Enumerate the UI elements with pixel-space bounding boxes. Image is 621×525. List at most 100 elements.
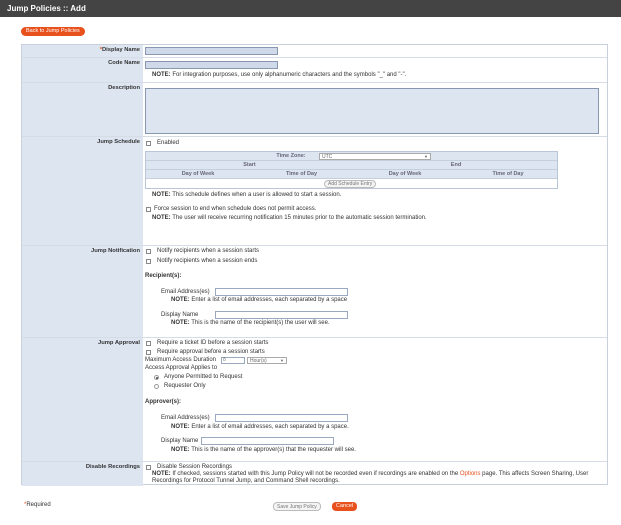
jump-schedule-row: Jump Schedule Enabled Time Zone: UTC ▼ St…	[22, 136, 607, 245]
timezone-header-row: Time Zone: UTC ▼	[146, 152, 557, 161]
description-textarea[interactable]	[145, 88, 599, 134]
schedule-note: NOTE: This schedule defines when a user …	[152, 192, 341, 199]
display-name-input[interactable]	[145, 47, 278, 55]
required-legend: *Required	[24, 502, 51, 509]
jump-notification-label: Jump Notification	[22, 246, 143, 337]
note-bold: NOTE:	[171, 447, 190, 453]
options-page-link[interactable]: Options	[460, 471, 481, 477]
recipient-email-note: NOTE: Enter a list of email addresses, e…	[171, 297, 347, 304]
recipient-email-label: Email Address(es)	[161, 289, 210, 295]
approver-email-note: NOTE: Enter a list of email addresses, e…	[171, 424, 349, 431]
code-name-note-text: For integration purposes, use only alpha…	[170, 72, 407, 78]
code-name-row: Code Name NOTE: For integration purposes…	[22, 57, 607, 82]
approver-display-name-note-text: This is the name of the approver(s) that…	[189, 447, 356, 453]
force-session-note: NOTE: The user will receive recurring no…	[152, 215, 427, 222]
code-name-input[interactable]	[145, 61, 278, 69]
require-ticket-checkbox[interactable]	[146, 341, 151, 346]
schedule-note-text: This schedule defines when a user is all…	[170, 192, 342, 198]
display-name-label: *Display Name	[22, 45, 143, 57]
approver-display-name-input[interactable]	[201, 437, 334, 445]
page-title: Jump Policies :: Add	[0, 0, 621, 17]
chevron-down-icon: ▼	[424, 154, 428, 159]
force-session-end-label: Force session to end when schedule does …	[154, 206, 317, 212]
end-day-of-week-header: Day of Week	[388, 171, 422, 177]
force-session-end-checkbox[interactable]	[146, 207, 151, 212]
disable-recordings-checkbox[interactable]	[146, 465, 151, 470]
disable-recordings-row: Disable Recordings Disable Session Recor…	[22, 461, 607, 486]
end-header: End	[450, 162, 462, 168]
recipient-display-name-note: NOTE: This is the name of the recipient(…	[171, 320, 330, 327]
note-bold: NOTE:	[171, 297, 190, 303]
approver-email-note-text: Enter a list of email addresses, each se…	[189, 424, 349, 430]
disable-recordings-label: Disable Recordings	[22, 462, 143, 486]
timezone-label: Time Zone:	[276, 153, 306, 159]
recipient-display-name-label: Display Name	[161, 312, 199, 318]
jump-schedule-label: Jump Schedule	[22, 137, 143, 245]
require-approval-label: Require approval before a session starts	[157, 349, 265, 355]
note-bold: NOTE:	[152, 72, 171, 78]
disable-recordings-note: NOTE: If checked, sessions started with …	[152, 471, 588, 478]
note-bold: NOTE:	[152, 215, 171, 221]
start-end-header-row: Start End	[146, 161, 557, 170]
duration-unit-select[interactable]: Hour(s) ▼	[247, 357, 287, 364]
requester-only-label: Requester Only	[164, 383, 206, 389]
disable-recordings-note-line2: Recordings for Protocol Tunnel Jump, and…	[152, 478, 340, 484]
notify-start-label: Notify recipients when a session starts	[157, 248, 260, 254]
description-label: Description	[22, 83, 143, 136]
anyone-permitted-radio[interactable]	[154, 375, 159, 380]
code-name-label: Code Name	[22, 58, 143, 82]
cancel-button[interactable]: Cancel	[332, 502, 358, 511]
applies-to-label: Access Approval Applies to	[145, 365, 218, 371]
notify-end-checkbox[interactable]	[146, 259, 151, 264]
requester-only-radio[interactable]	[154, 384, 159, 389]
recipient-email-note-text: Enter a list of email addresses, each se…	[189, 297, 348, 303]
required-text: Required	[26, 502, 51, 508]
anyone-permitted-label: Anyone Permitted to Request	[164, 374, 243, 380]
max-duration-input[interactable]: 8	[221, 357, 245, 364]
display-name-row: *Display Name	[22, 45, 607, 57]
schedule-enabled-label: Enabled	[157, 140, 180, 146]
jump-approval-row: Jump Approval Require a ticket ID before…	[22, 337, 607, 461]
jump-policy-form: *Display Name Code Name NOTE: For integr…	[21, 44, 608, 486]
note-bold: NOTE:	[152, 471, 171, 477]
timezone-select[interactable]: UTC ▼	[319, 153, 431, 160]
jump-approval-label: Jump Approval	[22, 338, 143, 461]
start-day-of-week-header: Day of Week	[181, 171, 215, 177]
recipient-email-input[interactable]	[215, 288, 348, 296]
display-name-label-text: Display Name	[101, 47, 140, 53]
duration-unit-value: Hour(s)	[250, 358, 267, 364]
approvers-heading: Approver(s):	[145, 399, 182, 405]
recipient-display-name-note-text: This is the name of the recipient(s) the…	[189, 320, 330, 326]
approver-display-name-label: Display Name	[161, 438, 199, 444]
approver-display-name-note: NOTE: This is the name of the approver(s…	[171, 447, 356, 454]
code-name-note: NOTE: For integration purposes, use only…	[152, 72, 406, 79]
schedule-enabled-checkbox[interactable]	[146, 141, 151, 146]
jump-notification-row: Jump Notification Notify recipients when…	[22, 245, 607, 337]
disable-recordings-checkbox-label: Disable Session Recordings	[157, 464, 233, 470]
back-to-jump-policies-button[interactable]: Back to Jump Policies	[21, 27, 85, 36]
notify-end-label: Notify recipients when a session ends	[157, 258, 258, 264]
max-duration-label: Maximum Access Duration	[145, 357, 217, 363]
description-row: Description	[22, 82, 607, 136]
require-ticket-label: Require a ticket ID before a session sta…	[157, 340, 269, 346]
add-schedule-entry-button[interactable]: Add Schedule Entry	[324, 179, 377, 188]
disable-recordings-note-text-2: page. This affects Screen Sharing, User	[480, 471, 589, 477]
notify-start-checkbox[interactable]	[146, 249, 151, 254]
disable-recordings-note-text: If checked, sessions started with this J…	[170, 471, 460, 477]
end-time-of-day-header: Time of Day	[492, 171, 524, 177]
chevron-down-icon: ▼	[280, 358, 284, 363]
force-session-note-text: The user will receive recurring notifica…	[170, 215, 427, 221]
day-time-header-row: Day of Week Time of Day Day of Week Time…	[146, 170, 557, 179]
note-bold: NOTE:	[171, 424, 190, 430]
require-approval-checkbox[interactable]	[146, 350, 151, 355]
recipients-heading: Recipient(s):	[145, 273, 182, 279]
start-time-of-day-header: Time of Day	[285, 171, 318, 177]
approver-email-input[interactable]	[215, 414, 348, 422]
timezone-value: UTC	[322, 154, 333, 160]
recipient-display-name-input[interactable]	[215, 311, 348, 319]
note-bold: NOTE:	[171, 320, 190, 326]
approver-email-label: Email Address(es)	[161, 415, 210, 421]
note-bold: NOTE:	[152, 192, 171, 198]
start-header: Start	[243, 162, 256, 168]
save-jump-policy-button[interactable]: Save Jump Policy	[273, 502, 321, 511]
